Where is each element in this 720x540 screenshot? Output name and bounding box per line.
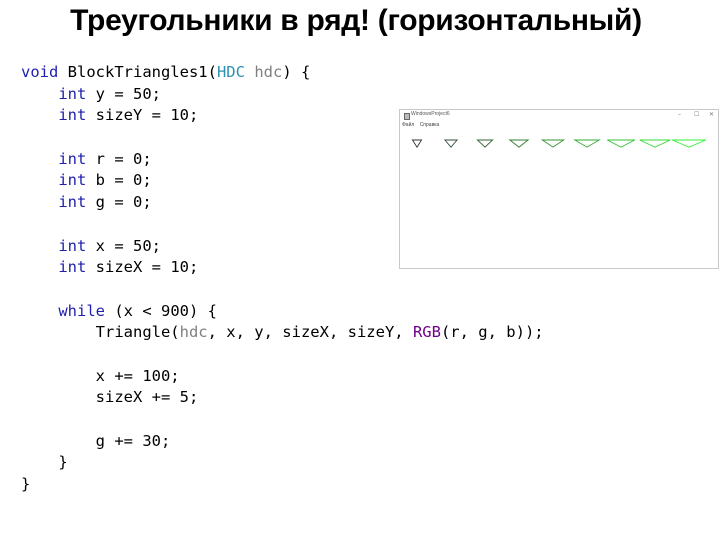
triangle-shape <box>540 139 566 148</box>
code-token: b = 0; <box>86 171 152 190</box>
code-token-type: HDC <box>216 63 245 81</box>
code-token-kw: int <box>58 236 87 255</box>
code-token: sizeY = 10; <box>86 106 199 125</box>
app-window-screenshot: WindowsProject6 – ☐ ✕ Файл Справка <box>399 109 719 269</box>
code-token-kw: int <box>58 258 87 277</box>
app-icon <box>404 113 410 120</box>
code-token-kw: int <box>58 171 87 190</box>
code-token: r = 0; <box>86 149 152 168</box>
code-line: int y = 50; <box>21 84 544 106</box>
minimize-icon: – <box>678 111 681 118</box>
triangle-canvas <box>411 139 706 148</box>
triangle-shape <box>639 139 671 148</box>
code-token: } <box>21 453 68 472</box>
code-line: while (x < 900) { <box>21 301 544 323</box>
code-token-macro: RGB <box>412 323 441 342</box>
slide-title: Треугольники в ряд! (горизонтальный) <box>70 4 642 37</box>
close-icon: ✕ <box>709 111 715 118</box>
code-token-kw: int <box>58 84 87 103</box>
code-token: sizeX = 10; <box>86 258 199 277</box>
window-menubar: Файл Справка <box>402 122 443 130</box>
code-token: Triangle( <box>21 323 180 342</box>
triangle-shape <box>443 139 459 148</box>
code-token: ) { <box>282 63 311 81</box>
triangle-shape <box>607 139 635 148</box>
maximize-icon: ☐ <box>694 111 700 118</box>
code-token: } <box>21 475 31 494</box>
code-token-kw: int <box>58 193 87 212</box>
code-line: void BlockTriangles1(HDC hdc) { <box>21 62 544 84</box>
triangle-shape <box>411 139 423 148</box>
code-token: BlockTriangles1( <box>58 63 217 81</box>
code-token: y = 50; <box>86 84 161 103</box>
code-line: x += 100; <box>21 366 544 388</box>
triangle-shape <box>476 139 494 148</box>
menu-item-file: Файл <box>402 122 415 128</box>
code-token: g += 30; <box>21 431 171 450</box>
window-title: WindowsProject6 <box>411 111 450 117</box>
code-line: g += 30; <box>21 431 544 453</box>
triangle-shape <box>508 139 530 148</box>
code-line: sizeX += 5; <box>21 387 544 409</box>
code-token-kw: void <box>21 63 59 81</box>
code-token: x += 100; <box>21 366 180 385</box>
code-token-param: hdc <box>254 63 283 81</box>
code-token-kw: int <box>58 106 87 125</box>
triangle-shape <box>573 139 601 148</box>
code-line: Triangle(hdc, x, y, sizeX, sizeY, RGB(r,… <box>21 322 544 344</box>
code-token: sizeX += 5; <box>21 388 199 407</box>
code-token: (x < 900) { <box>105 301 217 320</box>
code-line: } <box>21 474 544 496</box>
code-line: } <box>21 452 544 474</box>
menu-item-help: Справка <box>419 122 440 128</box>
code-token-kw: int <box>58 149 87 168</box>
code-token: (r, g, b)); <box>440 323 544 342</box>
code-token-param: hdc <box>179 323 208 342</box>
code-token-kw: while <box>58 301 105 320</box>
code-token: g = 0; <box>86 193 152 212</box>
triangle-shape <box>672 139 706 148</box>
window-titlebar: WindowsProject6 – ☐ ✕ <box>400 110 718 122</box>
code-token: x = 50; <box>86 236 161 255</box>
code-token: , x, y, sizeX, sizeY, <box>207 323 413 342</box>
